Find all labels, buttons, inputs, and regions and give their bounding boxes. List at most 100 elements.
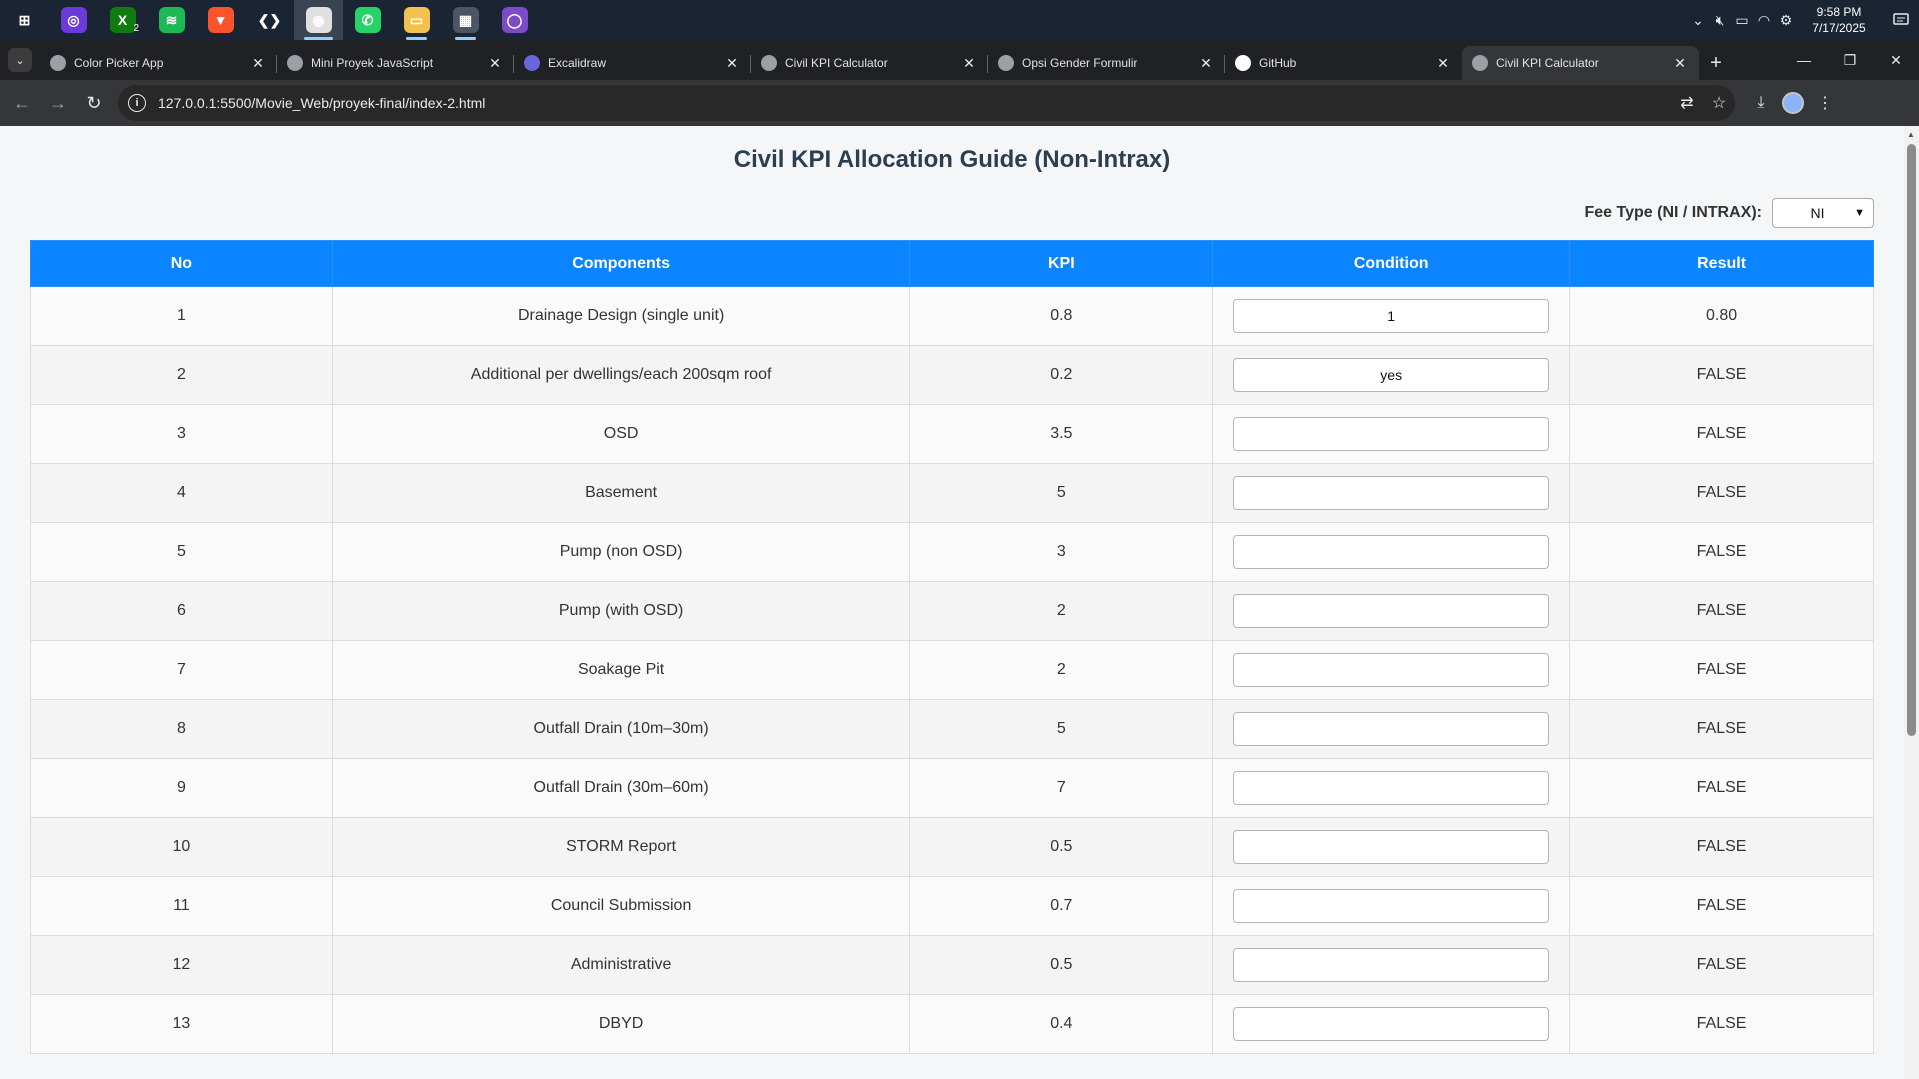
scrollbar-thumb[interactable] — [1907, 144, 1916, 736]
reload-icon[interactable]: ↻ — [76, 85, 112, 121]
taskbar-app-9[interactable]: ▦ — [441, 0, 490, 40]
kpi-value: 0.5 — [909, 935, 1214, 995]
taskbar-app-5[interactable]: ❮❯ — [245, 0, 294, 40]
new-tab-button[interactable]: + — [1699, 46, 1733, 80]
taskbar-app-2[interactable]: X2 — [98, 0, 147, 40]
component-name: Soakage Pit — [331, 640, 911, 700]
browser-toolbar: ← → ↻ i 127.0.0.1:5500/Movie_Web/proyek-… — [0, 80, 1919, 126]
browser-tab[interactable]: Color Picker App ✕ — [40, 46, 277, 80]
xbox-badge: 2 — [133, 23, 139, 34]
url-text[interactable]: 127.0.0.1:5500/Movie_Web/proyek-final/in… — [158, 95, 485, 111]
condition-input[interactable] — [1233, 594, 1550, 628]
notification-center-icon[interactable] — [1883, 0, 1919, 40]
system-tray: ⌄ 🔇︎ ▭ ◠ ⚙ 9:58 PM 7/17/2025 — [1687, 0, 1919, 40]
translate-icon[interactable]: ⇄ — [1671, 87, 1703, 119]
browser-tab[interactable]: Civil KPI Calculator ✕ — [1462, 46, 1699, 80]
favicon-icon — [287, 55, 303, 71]
result-value: FALSE — [1569, 817, 1874, 877]
clock-date: 7/17/2025 — [1812, 21, 1866, 35]
wifi-icon[interactable]: ◠ — [1753, 0, 1775, 40]
page-scrollbar[interactable]: ▲ — [1904, 126, 1919, 1079]
taskbar-app-0[interactable]: ⊞ — [0, 0, 49, 40]
condition-input[interactable] — [1233, 1007, 1550, 1041]
column-header-no: No — [30, 240, 333, 287]
browser-tab[interactable]: Opsi Gender Formulir ✕ — [988, 46, 1225, 80]
tab-close-icon[interactable]: ✕ — [1197, 54, 1215, 72]
browser-tab[interactable]: Excalidraw ✕ — [514, 46, 751, 80]
minimize-icon[interactable]: — — [1781, 40, 1827, 80]
kebab-menu-icon[interactable]: ⋮ — [1809, 87, 1841, 119]
condition-input[interactable] — [1233, 299, 1550, 333]
table-row: 2 Additional per dwellings/each 200sqm ro… — [30, 345, 1874, 405]
address-bar[interactable]: i 127.0.0.1:5500/Movie_Web/proyek-final/… — [118, 85, 1735, 121]
tab-close-icon[interactable]: ✕ — [960, 54, 978, 72]
column-header-kpi: KPI — [909, 240, 1214, 287]
table-row: 11 Council Submission 0.7 FALSE — [30, 876, 1874, 936]
fee-type-label: Fee Type (NI / INTRAX): — [1584, 204, 1763, 221]
taskbar-app-7[interactable]: ✆ — [343, 0, 392, 40]
table-row: 10 STORM Report 0.5 FALSE — [30, 817, 1874, 877]
fee-type-select[interactable]: NI ▼ — [1772, 198, 1874, 228]
condition-input[interactable] — [1233, 358, 1550, 392]
condition-input[interactable] — [1233, 948, 1550, 982]
taskbar-app-8[interactable]: ▭ — [392, 0, 441, 40]
row-number: 12 — [30, 935, 333, 995]
system-clock[interactable]: 9:58 PM 7/17/2025 — [1803, 4, 1875, 36]
condition-input[interactable] — [1233, 889, 1550, 923]
condition-input[interactable] — [1233, 712, 1550, 746]
download-icon[interactable]: ⤓ — [1745, 87, 1777, 119]
battery-icon[interactable]: ▭ — [1731, 0, 1753, 40]
site-info-icon[interactable]: i — [128, 94, 146, 112]
favicon-icon — [998, 55, 1014, 71]
condition-input[interactable] — [1233, 653, 1550, 687]
tab-title: Mini Proyek JavaScript — [311, 56, 434, 70]
component-name: Additional per dwellings/each 200sqm roo… — [331, 345, 911, 405]
fee-type-selected-value: NI — [1810, 205, 1825, 221]
tab-close-icon[interactable]: ✕ — [1434, 54, 1452, 72]
tab-search-chevron-icon[interactable]: ⌄ — [8, 48, 32, 72]
tab-close-icon[interactable]: ✕ — [486, 54, 504, 72]
settings-gear-icon[interactable]: ⚙ — [1775, 0, 1797, 40]
window-controls: — ❐ ✕ — [1781, 40, 1919, 80]
profile-avatar[interactable] — [1777, 87, 1809, 119]
forward-arrow-icon[interactable]: → — [40, 85, 76, 121]
condition-cell — [1212, 463, 1571, 523]
xbox-icon: X — [109, 7, 136, 33]
restore-icon[interactable]: ❐ — [1827, 40, 1873, 80]
bookmark-star-icon[interactable]: ☆ — [1703, 87, 1735, 119]
condition-input[interactable] — [1233, 476, 1550, 510]
browser-tab[interactable]: Civil KPI Calculator ✕ — [751, 46, 988, 80]
condition-cell — [1212, 581, 1571, 641]
component-name: Pump (non OSD) — [331, 522, 911, 582]
brave-browser-icon: ▼ — [207, 7, 234, 33]
kpi-value: 0.8 — [909, 286, 1214, 346]
row-number: 7 — [30, 640, 333, 700]
tab-close-icon[interactable]: ✕ — [249, 54, 267, 72]
tab-close-icon[interactable]: ✕ — [1671, 54, 1689, 72]
taskbar-app-10[interactable]: ◯ — [490, 0, 539, 40]
condition-input[interactable] — [1233, 417, 1550, 451]
condition-input[interactable] — [1233, 830, 1550, 864]
table-row: 9 Outfall Drain (30m–60m) 7 FALSE — [30, 758, 1874, 818]
browser-tab[interactable]: GitHub ✕ — [1225, 46, 1462, 80]
tab-close-icon[interactable]: ✕ — [723, 54, 741, 72]
scroll-up-arrow-icon[interactable]: ▲ — [1907, 130, 1915, 139]
back-arrow-icon[interactable]: ← — [4, 85, 40, 121]
condition-cell — [1212, 817, 1571, 877]
taskbar-app-4[interactable]: ▼ — [196, 0, 245, 40]
condition-input[interactable] — [1233, 771, 1550, 805]
close-window-icon[interactable]: ✕ — [1873, 40, 1919, 80]
component-name: DBYD — [331, 994, 911, 1054]
taskbar-app-3[interactable]: ≋ — [147, 0, 196, 40]
result-value: FALSE — [1569, 522, 1874, 582]
condition-cell — [1212, 876, 1571, 936]
taskbar-app-1[interactable]: ◎ — [49, 0, 98, 40]
taskbar-app-6[interactable]: ◉ — [294, 0, 343, 40]
speaker-muted-icon[interactable]: 🔇︎ — [1709, 0, 1731, 40]
browser-tab[interactable]: Mini Proyek JavaScript ✕ — [277, 46, 514, 80]
chevron-up-icon[interactable]: ⌄ — [1687, 0, 1709, 40]
kpi-value: 0.5 — [909, 817, 1214, 877]
row-number: 13 — [30, 994, 333, 1054]
result-value: FALSE — [1569, 404, 1874, 464]
condition-input[interactable] — [1233, 535, 1550, 569]
